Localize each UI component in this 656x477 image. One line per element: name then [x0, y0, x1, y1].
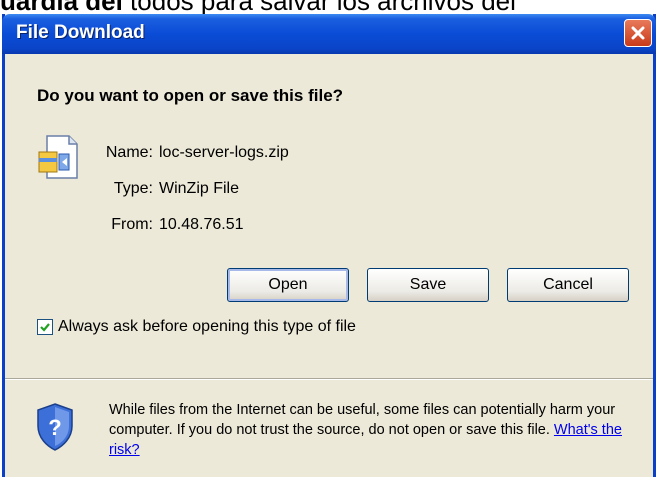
always-ask-checkbox[interactable] — [37, 319, 53, 335]
security-warning-section: ? While files from the Internet can be u… — [5, 380, 653, 477]
file-source-row: From: 10.48.76.51 — [5, 216, 425, 238]
file-name-label: Name: — [105, 144, 153, 161]
open-button-label: Open — [268, 276, 308, 293]
cancel-button[interactable]: Cancel — [507, 268, 629, 302]
cancel-button-label: Cancel — [543, 276, 593, 293]
file-type-value: WinZip File — [159, 180, 240, 197]
security-shield-icon: ? — [37, 403, 73, 451]
dialog-content: Do you want to open or save this file? N… — [5, 54, 653, 378]
warning-message: While files from the Internet can be use… — [109, 402, 616, 438]
security-warning-text: While files from the Internet can be use… — [109, 400, 639, 460]
file-name-value: loc-server-logs.zip — [159, 144, 289, 161]
dialog-title: File Download — [16, 22, 145, 43]
question-text: Do you want to open or save this file? — [37, 86, 344, 105]
open-button[interactable]: Open — [227, 268, 349, 302]
close-icon — [631, 26, 645, 40]
save-button[interactable]: Save — [367, 268, 489, 302]
file-type-label: Type: — [113, 180, 153, 197]
title-bar[interactable]: File Download — [2, 14, 656, 54]
always-ask-label[interactable]: Always ask before opening this type of f… — [58, 318, 356, 336]
file-name-row: Name: loc-server-logs.zip — [5, 144, 425, 166]
svg-text:?: ? — [48, 415, 61, 440]
file-source-label: From: — [111, 216, 153, 233]
always-ask-option: Always ask before opening this type of f… — [37, 318, 356, 336]
close-button[interactable] — [624, 19, 652, 47]
file-download-dialog: File Download Do you want to open or sav… — [2, 14, 656, 477]
file-type-row: Type: WinZip File — [5, 180, 425, 202]
file-source-value: 10.48.76.51 — [159, 216, 244, 233]
save-button-label: Save — [409, 276, 447, 293]
checkmark-icon — [40, 323, 50, 332]
